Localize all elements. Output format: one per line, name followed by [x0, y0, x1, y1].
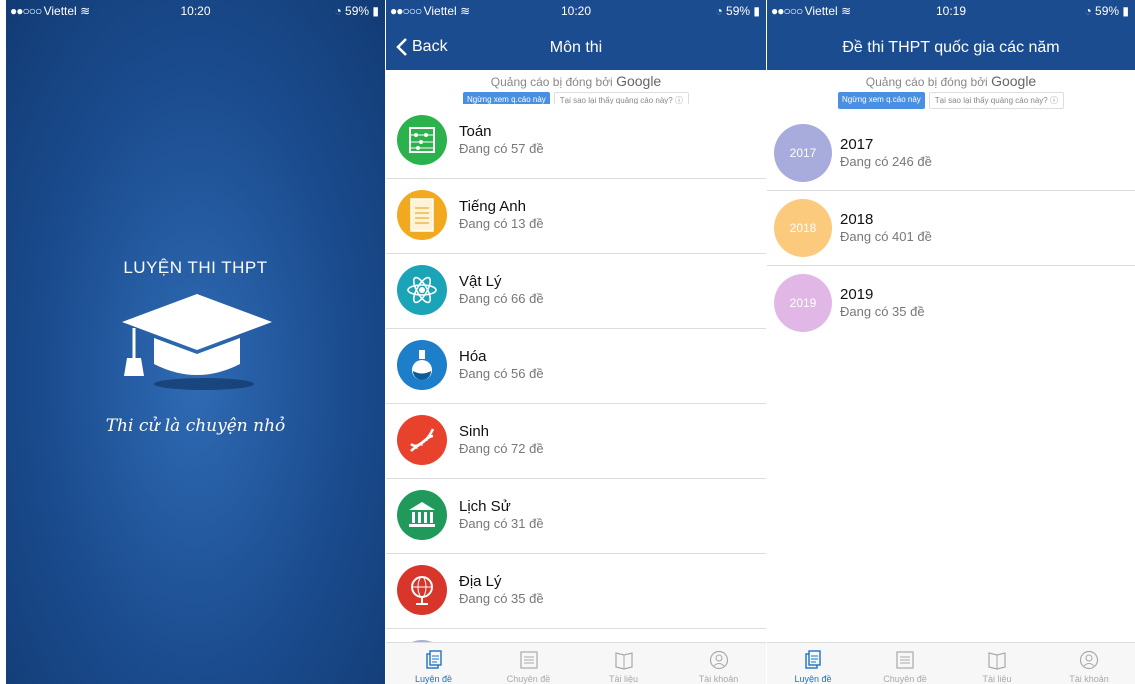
tab-tai-khoan[interactable]: Tài khoản	[1043, 643, 1135, 684]
tab-label: Tài khoản	[1069, 674, 1109, 684]
tab-bar: Luyện đề Chuyên đề Tài liệu Tài khoản	[386, 642, 766, 684]
year-list: 2017 2017 Đang có 246 đề 2018 2018 Đang …	[767, 116, 1135, 341]
subject-name: Tiếng Anh	[459, 198, 526, 215]
tab-luyen-de[interactable]: Luyện đề	[386, 643, 481, 684]
year-badge: 2018	[774, 199, 832, 257]
clock: 10:19	[935, 4, 967, 18]
book-icon	[614, 652, 633, 670]
tab-label: Luyện đề	[794, 674, 832, 684]
years-screen: ●●○○○ Viettel ≋ 10:19 ◔ 59% ▮ Đề thi THP…	[767, 0, 1135, 684]
ad-closed-text: Quảng cáo bị đóng bởi Google	[865, 73, 1037, 89]
tab-label: Tài liệu	[982, 674, 1012, 684]
book-icon	[988, 652, 1006, 670]
practice-icon	[425, 650, 442, 669]
back-label: Back	[412, 38, 448, 55]
battery: ◔ 59% ▮	[1084, 4, 1129, 18]
subject-count: Đang có 66 đề	[459, 291, 544, 306]
globe-icon	[397, 565, 447, 615]
subject-count: Đang có 56 đề	[459, 366, 544, 381]
subject-row-hoa[interactable]: Hóa Đang có 56 đề	[386, 329, 766, 404]
abacus-icon	[397, 115, 447, 165]
status-bar: ●●○○○ Viettel ≋ 10:20 ◔ 59% ▮	[6, 0, 385, 22]
tab-label: Tài khoản	[698, 674, 739, 684]
dna-icon	[397, 415, 447, 465]
tab-label: Luyện đề	[414, 674, 453, 684]
subject-name: Toán	[459, 123, 492, 140]
year-row-2017[interactable]: 2017 2017 Đang có 246 đề	[767, 116, 1135, 191]
back-button[interactable]: Back	[396, 38, 448, 56]
tab-label: Chuyên đề	[883, 674, 927, 684]
year-badge: 2017	[774, 124, 832, 182]
tab-tai-lieu[interactable]: Tài liệu	[576, 643, 671, 684]
test-paper-icon	[397, 190, 447, 240]
app-title: LUYỆN THI THPT	[123, 258, 268, 277]
subject-count: Đang có 35 đề	[459, 591, 544, 606]
museum-icon	[397, 490, 447, 540]
year-label: 2017	[840, 136, 874, 153]
subject-name: Hóa	[459, 348, 487, 365]
battery: ◔ 59% ▮	[334, 4, 379, 18]
chevron-left-icon	[396, 38, 407, 56]
year-row-2019[interactable]: 2019 2019 Đang có 35 đề	[767, 266, 1135, 341]
subject-name: Sinh	[459, 423, 490, 440]
subject-row-toan[interactable]: Toán Đang có 57 đề	[386, 104, 766, 179]
list-icon	[519, 651, 538, 669]
tab-bar: Luyện đề Chuyên đề Tài liệu Tài khoản	[767, 642, 1135, 684]
ad-closed-text: Quảng cáo bị đóng bởi Google	[490, 73, 662, 89]
subject-row-sinh[interactable]: Sinh Đang có 72 đề	[386, 404, 766, 479]
subject-row-lich-su[interactable]: Lịch Sử Đang có 31 đề	[386, 479, 766, 554]
account-icon	[1079, 650, 1099, 670]
list-icon	[896, 651, 914, 669]
nav-bar: ●●○○○ Viettel ≋ 10:19 ◔ 59% ▮ Đề thi THP…	[767, 0, 1135, 70]
clock: 10:20	[560, 4, 592, 18]
account-icon	[709, 650, 728, 670]
subject-name: Lịch Sử	[459, 498, 511, 515]
subject-count: Đang có 31 đề	[459, 516, 544, 531]
atom-icon	[397, 265, 447, 315]
tab-chuyen-de[interactable]: Chuyên đề	[481, 643, 576, 684]
subjects-screen: ●●○○○ Viettel ≋ 10:20 ◔ 59% ▮ Back Môn t…	[386, 0, 766, 684]
flask-icon	[397, 340, 447, 390]
subject-row-dia-ly[interactable]: Địa Lý Đang có 35 đề	[386, 554, 766, 629]
subject-name: Vật Lý	[459, 273, 502, 290]
subject-name: Địa Lý	[459, 573, 502, 590]
ad-banner: Quảng cáo bị đóng bởi Google Ngừng xem q…	[767, 70, 1135, 116]
status-bar: ●●○○○ Viettel ≋ 10:19 ◔ 59% ▮	[767, 0, 1135, 22]
year-count: Đang có 246 đề	[840, 154, 932, 169]
stop-ad-button[interactable]: Ngừng xem q.cáo này	[838, 92, 925, 109]
subject-count: Đang có 13 đề	[459, 216, 544, 231]
year-label: 2019	[840, 286, 874, 303]
slogan: Thi cử là chuyện nhỏ	[105, 416, 286, 436]
tab-chuyen-de[interactable]: Chuyên đề	[859, 643, 951, 684]
subject-list: Toán Đang có 57 đề Tiếng Anh Đang có 13 …	[386, 104, 766, 684]
subject-count: Đang có 72 đề	[459, 441, 544, 456]
practice-icon	[805, 650, 821, 669]
tab-tai-khoan[interactable]: Tài khoản	[671, 643, 766, 684]
why-ad-button[interactable]: Tại sao lại thấy quảng cáo này? ⓘ	[928, 92, 1064, 109]
year-count: Đang có 35 đề	[840, 304, 925, 319]
subject-count: Đang có 57 đề	[459, 141, 544, 156]
year-label: 2018	[840, 211, 874, 228]
status-bar: ●●○○○ Viettel ≋ 10:20 ◔ 59% ▮	[386, 0, 766, 22]
battery: ◔ 59% ▮	[715, 4, 760, 18]
page-title: Đề thi THPT quốc gia các năm	[842, 39, 1060, 56]
subject-row-tieng-anh[interactable]: Tiếng Anh Đang có 13 đề	[386, 179, 766, 254]
clock: 10:20	[180, 4, 211, 18]
tab-label: Chuyên đề	[506, 674, 551, 684]
subject-row-vat-ly[interactable]: Vật Lý Đang có 66 đề	[386, 254, 766, 329]
tab-label: Tài liệu	[608, 674, 638, 684]
tab-tai-lieu[interactable]: Tài liệu	[951, 643, 1043, 684]
nav-bar: ●●○○○ Viettel ≋ 10:20 ◔ 59% ▮ Back Môn t…	[386, 0, 766, 70]
splash-screen: ●●○○○ Viettel ≋ 10:20 ◔ 59% ▮ LUYỆN THI …	[6, 0, 385, 684]
year-badge: 2019	[774, 274, 832, 332]
tab-luyen-de[interactable]: Luyện đề	[767, 643, 859, 684]
year-count: Đang có 401 đề	[840, 229, 932, 244]
graduation-cap-icon	[122, 294, 272, 390]
year-row-2018[interactable]: 2018 2018 Đang có 401 đề	[767, 191, 1135, 266]
